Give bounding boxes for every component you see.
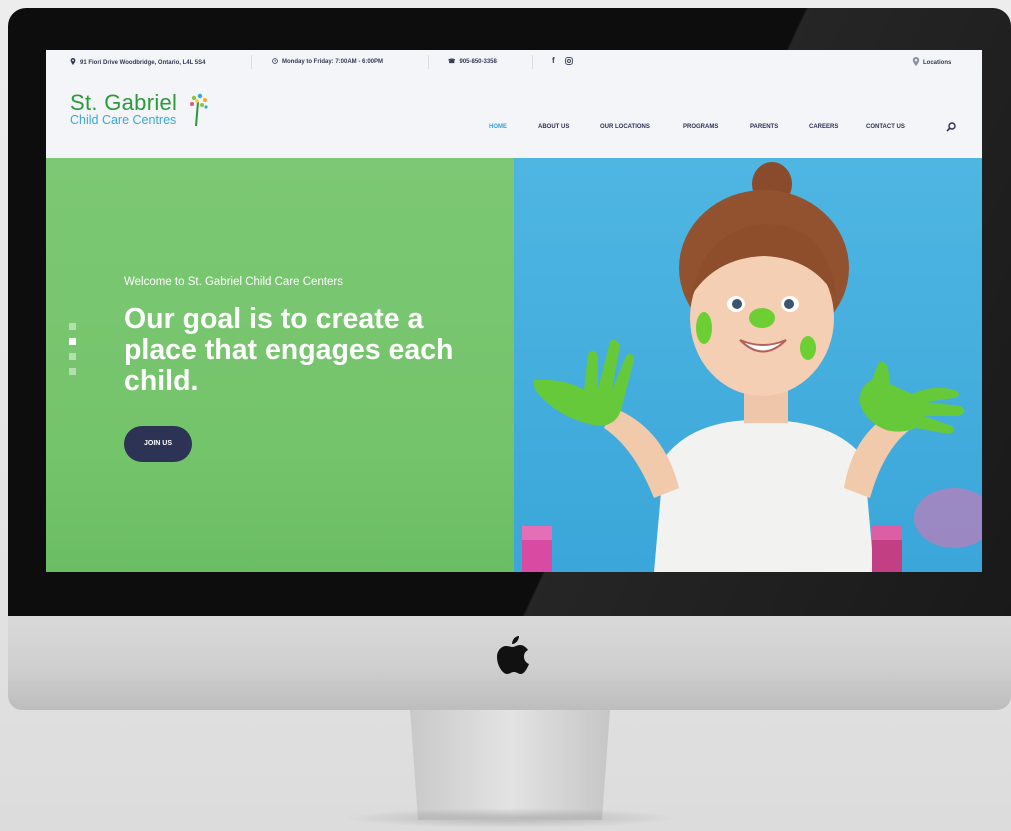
address-text: 91 Fiori Drive Woodbridge, Ontario, L4L … [80,60,206,66]
site-logo[interactable]: St. Gabriel Child Care Centres [70,90,208,127]
phone-info[interactable]: ☎ 905-850-3358 [448,58,497,65]
site-header: St. Gabriel Child Care Centres HOME ABOU… [46,74,982,158]
hero-headline: Our goal is to create a place that engag… [124,303,454,397]
search-icon[interactable] [946,122,956,132]
nav-careers[interactable]: CAREERS [809,124,838,130]
slide-dot[interactable] [69,323,76,330]
map-pin-icon [70,58,76,65]
address-info: 91 Fiori Drive Woodbridge, Ontario, L4L … [70,58,205,66]
logo-name: St. Gabriel [70,90,178,115]
location-icon [912,57,920,66]
hero-image [514,158,982,572]
logo-tagline: Child Care Centres [70,113,177,127]
slide-dot-active[interactable] [69,338,76,345]
divider [251,55,252,69]
join-us-button[interactable]: JOIN US [124,426,192,462]
locations-text[interactable]: Locations [923,60,951,66]
hours-text: Monday to Friday: 7:00AM - 6:00PM [282,59,384,65]
nav-about-us[interactable]: ABOUT US [538,124,569,130]
hero-text-panel: Welcome to St. Gabriel Child Care Center… [46,158,514,572]
phone-icon: ☎ [448,59,456,65]
child-with-paint-image [522,162,982,572]
clock-icon [272,58,278,64]
divider [428,55,429,69]
slider-dots [69,323,76,383]
locations-link[interactable]: Locations [912,57,951,66]
nav-programs[interactable]: PROGRAMS [683,124,718,130]
nav-parents[interactable]: PARENTS [750,124,778,130]
tree-logo-icon [190,93,208,127]
nav-our-locations[interactable]: OUR LOCATIONS [600,124,650,130]
apple-logo-icon [497,636,529,674]
instagram-icon[interactable] [565,57,573,65]
hours-info: Monday to Friday: 7:00AM - 6:00PM [272,58,383,65]
stand-shadow [340,808,680,828]
hero-welcome: Welcome to St. Gabriel Child Care Center… [124,276,344,288]
nav-home[interactable]: HOME [489,124,507,130]
facebook-icon[interactable]: f [552,56,555,65]
website-screen: 91 Fiori Drive Woodbridge, Ontario, L4L … [46,50,982,572]
monitor-stand [410,710,610,820]
slide-dot[interactable] [69,353,76,360]
phone-text[interactable]: 905-850-3358 [459,59,496,65]
nav-contact-us[interactable]: CONTACT US [866,124,905,130]
divider [532,55,533,69]
top-info-bar: 91 Fiori Drive Woodbridge, Ontario, L4L … [46,50,982,75]
slide-dot[interactable] [69,368,76,375]
